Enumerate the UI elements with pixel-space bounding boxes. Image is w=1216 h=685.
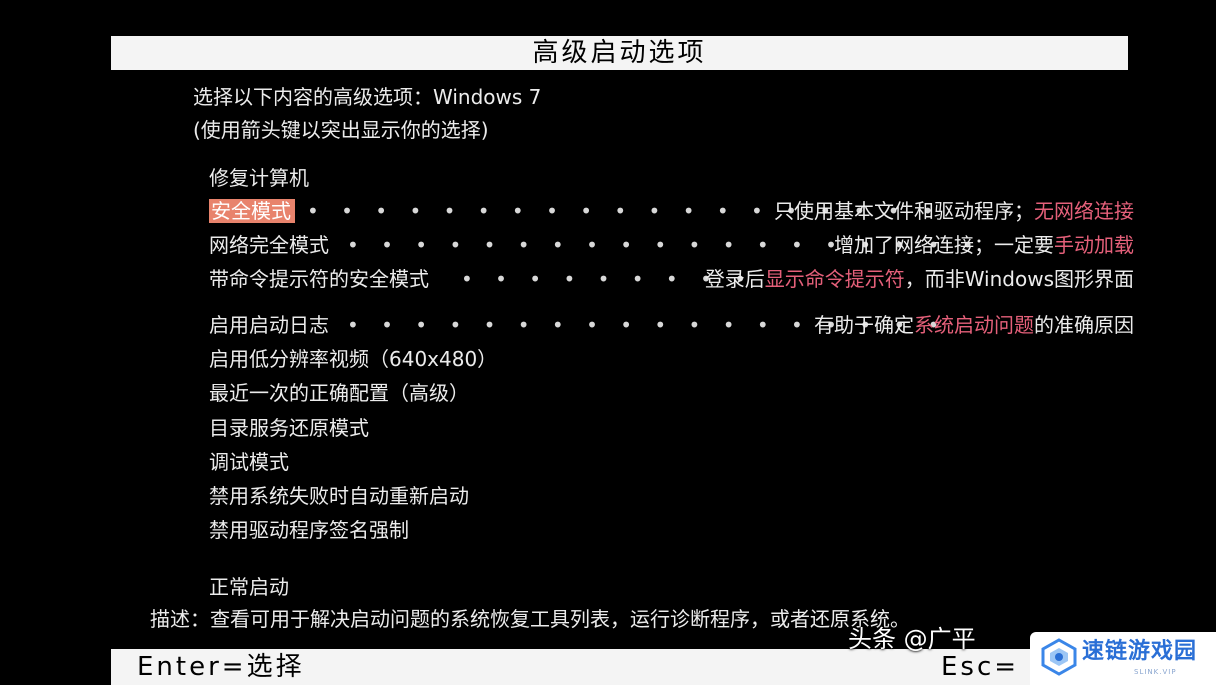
intro-hint-line: (使用箭头键以突出显示你的选择) xyxy=(193,118,489,142)
site-logo-badge: 速链游戏园 SLINK.VIP xyxy=(1030,632,1216,685)
hint-highlight: 手动加载 xyxy=(1054,233,1134,257)
hint-highlight: 无网络连接 xyxy=(1034,199,1134,223)
menu-item-safe-mode[interactable]: 安全模式 • • • • • • • • • • • • • • • • • •… xyxy=(209,197,1134,225)
intro-os-line: 选择以下内容的高级选项：Windows 7 xyxy=(193,85,542,109)
menu-item-low-res-video[interactable]: 启用低分辨率视频（640x480） xyxy=(209,345,497,373)
title-bar: 高级启动选项 xyxy=(111,36,1128,70)
description-text: 描述：查看可用于解决启动问题的系统恢复工具列表，运行诊断程序，或者还原系统。 xyxy=(150,607,910,631)
menu-item-label: 正常启动 xyxy=(209,575,289,599)
menu-item-disable-driver-signature[interactable]: 禁用驱动程序签名强制 xyxy=(209,516,409,544)
link-logo-icon xyxy=(1041,638,1077,676)
watermark-text: 头条 @广平 xyxy=(848,625,976,653)
footer-bar: Enter=选择 Esc= xyxy=(111,649,1128,685)
menu-item-label: 带命令提示符的安全模式 xyxy=(209,267,429,291)
menu-item-label: 调试模式 xyxy=(209,450,289,474)
menu-item-disable-auto-restart[interactable]: 禁用系统失败时自动重新启动 xyxy=(209,482,469,510)
menu-item-hint: 增加了网络连接；一定要手动加载 xyxy=(834,233,1134,257)
logo-text: 速链游戏园 xyxy=(1082,639,1198,664)
menu-item-hint: 只使用基本文件和驱动程序；无网络连接 xyxy=(774,199,1134,223)
menu-item-hint: 有助于确定系统启动问题的准确原因 xyxy=(814,313,1134,337)
menu-item-safe-mode-cmd[interactable]: 带命令提示符的安全模式 • • • • • • • • • 登录后显示命令提示符… xyxy=(209,265,1134,293)
esc-key-hint: Esc= xyxy=(941,652,1020,682)
menu-item-last-known-good[interactable]: 最近一次的正确配置（高级） xyxy=(209,379,469,407)
menu-item-label: 启用低分辨率视频（640x480） xyxy=(209,347,498,371)
menu-item-normal-start[interactable]: 正常启动 xyxy=(209,573,289,601)
menu-item-safe-mode-network[interactable]: 网络完全模式 • • • • • • • • • • • • • • • • •… xyxy=(209,231,1134,259)
menu-item-label: 禁用系统失败时自动重新启动 xyxy=(209,484,469,508)
hint-highlight: 显示命令提示符 xyxy=(764,267,905,291)
menu-item-label: 最近一次的正确配置（高级） xyxy=(209,381,469,405)
menu-item-repair[interactable]: 修复计算机 xyxy=(209,164,309,192)
menu-item-label: 安全模式 xyxy=(209,199,295,223)
menu-item-label: 网络完全模式 xyxy=(209,233,329,257)
logo-subtext: SLINK.VIP xyxy=(1134,668,1177,676)
menu-item-label: 禁用驱动程序签名强制 xyxy=(209,518,409,542)
enter-key-hint: Enter=选择 xyxy=(137,652,305,682)
page-title: 高级启动选项 xyxy=(532,38,707,68)
menu-item-label: 修复计算机 xyxy=(209,166,309,190)
menu-item-ds-restore[interactable]: 目录服务还原模式 xyxy=(209,414,369,442)
menu-item-label: 目录服务还原模式 xyxy=(209,416,369,440)
hint-highlight: 系统启动问题 xyxy=(914,313,1034,337)
menu-item-boot-logging[interactable]: 启用启动日志 • • • • • • • • • • • • • • • • •… xyxy=(209,311,1134,339)
menu-item-hint: 登录后显示命令提示符，而非Windows图形界面 xyxy=(704,267,1134,291)
menu-item-debug[interactable]: 调试模式 xyxy=(209,448,289,476)
menu-item-label: 启用启动日志 xyxy=(209,313,329,337)
